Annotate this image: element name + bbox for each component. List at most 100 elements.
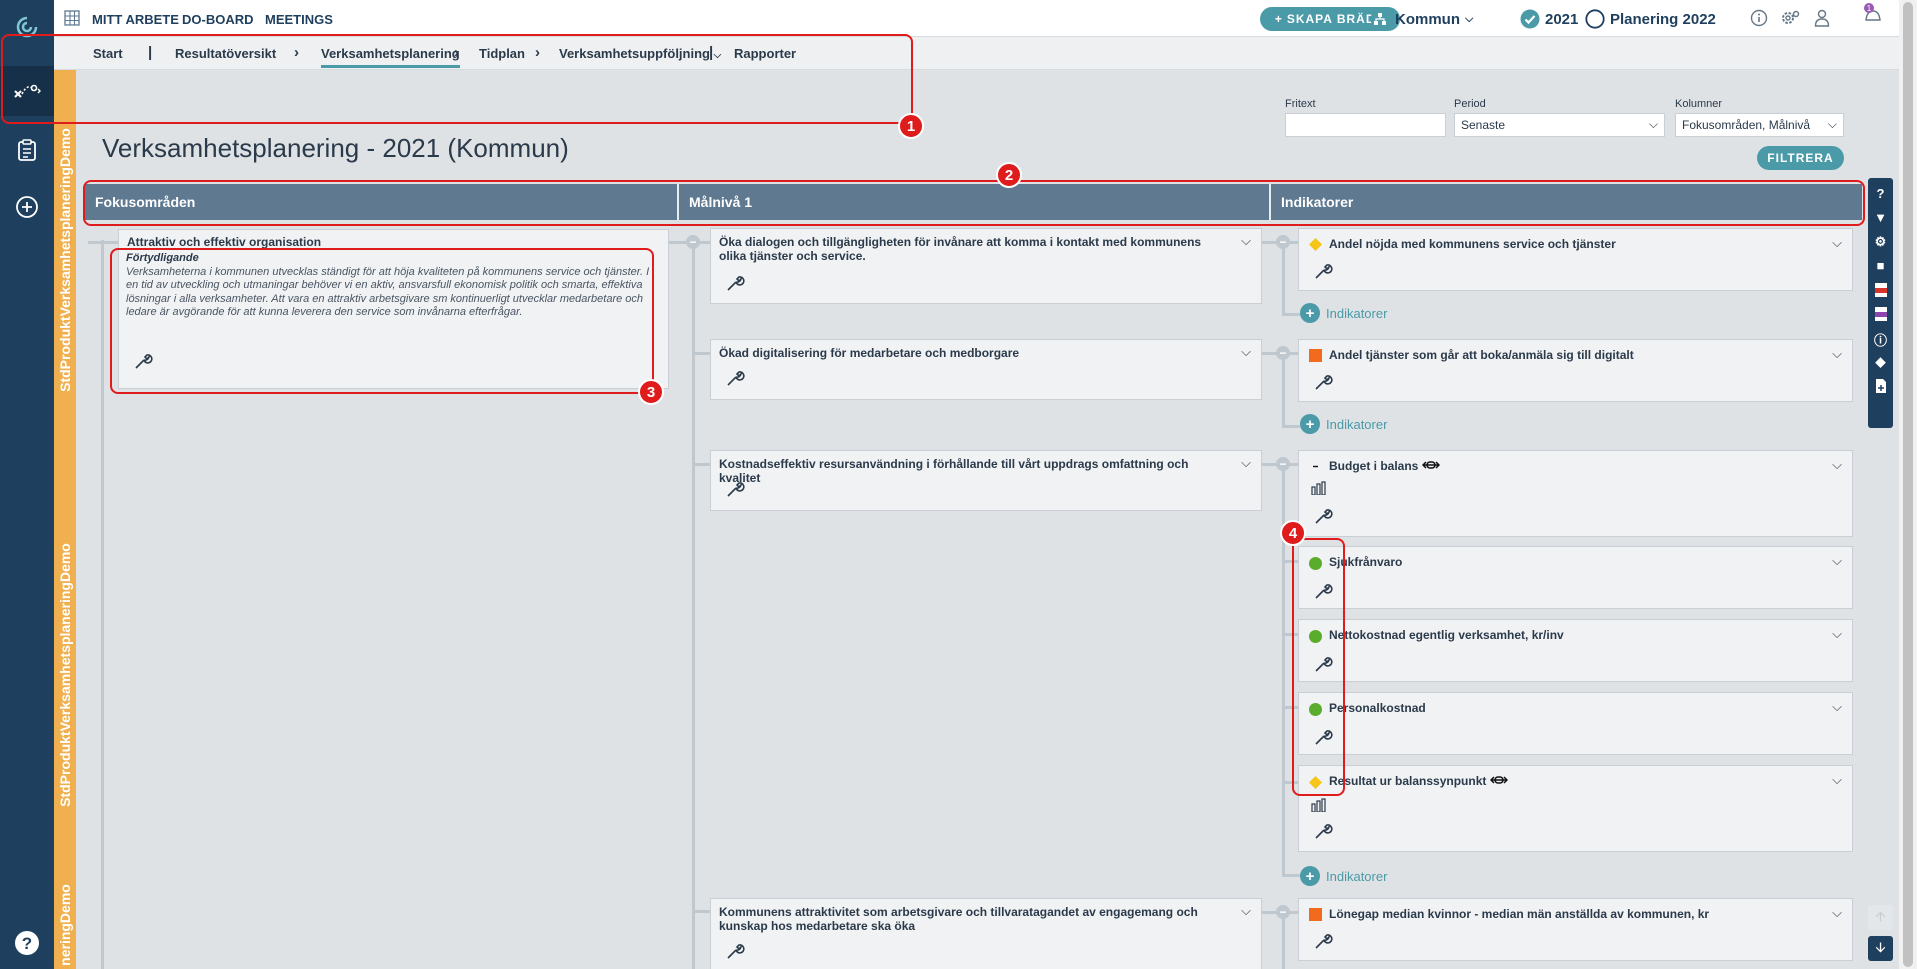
filter-button[interactable]: FILTRERA (1757, 146, 1844, 170)
filter-icon[interactable]: ▼ (1868, 210, 1893, 225)
plan-label: Planering 2022 (1610, 10, 1716, 28)
indicator-card[interactable]: Nettokostnad egentlig verksamhet, kr/inv… (1298, 619, 1853, 682)
indicator-card[interactable]: Lönegap median kvinnor - median män anst… (1298, 898, 1853, 961)
left-nav: ? (0, 0, 54, 969)
wrench-icon[interactable] (1313, 821, 1333, 846)
tree-connector (1282, 240, 1285, 316)
help-icon[interactable]: ? (1868, 186, 1893, 201)
goal-title: Öka dialogen och tillgängligheten för in… (719, 235, 1202, 263)
tree-connector (1282, 911, 1285, 969)
chevron-down-icon[interactable]: ⌵ (1241, 344, 1251, 360)
wrench-icon[interactable] (725, 479, 745, 504)
tree-connector (1282, 425, 1300, 428)
indicator-title-row: Budget i balans (1329, 459, 1440, 473)
chevron-down-icon[interactable]: ⌵ (1832, 457, 1842, 473)
collapse-toggle[interactable]: − (686, 235, 700, 249)
svg-text:?: ? (22, 934, 32, 953)
add-document-icon[interactable] (1868, 378, 1893, 397)
indicator-card[interactable]: Andel nöjda med kommunens service och tj… (1298, 228, 1853, 291)
indicator-card[interactable]: Budget i balans ⌵ (1298, 450, 1853, 537)
chevron-down-icon[interactable]: ⌵ (1832, 699, 1842, 715)
fritext-input[interactable] (1285, 113, 1446, 137)
add-indicator-button[interactable]: + Indikatorer (1300, 866, 1387, 886)
page-title: Verksamhetsplanering - 2021 (Kommun) (102, 133, 569, 163)
bar-chart-icon[interactable] (1311, 798, 1327, 815)
indicator-card[interactable]: Resultat ur balanssynpunkt ⌵ (1298, 765, 1853, 852)
indicator-title: Resultat ur balanssynpunkt (1329, 774, 1487, 788)
clipboard-nav-icon[interactable] (0, 136, 54, 164)
tree-connector (1282, 352, 1285, 428)
add-nav-icon[interactable] (0, 193, 54, 221)
nav-mitt-arbete[interactable]: MITT ARBETE (92, 12, 179, 27)
collapse-toggle[interactable]: − (1276, 457, 1290, 471)
wrench-icon[interactable] (1313, 931, 1333, 956)
wrench-icon[interactable] (1313, 506, 1333, 531)
collapse-toggle[interactable]: − (1276, 346, 1290, 360)
tree-connector (101, 240, 104, 969)
empty-circle-icon (1585, 9, 1605, 29)
chevron-down-icon[interactable]: ⌵ (1832, 346, 1842, 362)
help-nav-icon[interactable]: ? (0, 930, 54, 956)
scrollbar-thumb[interactable] (1903, 2, 1913, 967)
indicator-card[interactable]: Personalkostnad ⌵ (1298, 692, 1853, 755)
annotation-badge: 3 (638, 379, 664, 405)
indicator-card[interactable]: Sjukfrånvaro ⌵ (1298, 546, 1853, 609)
year-label: 2021 (1545, 10, 1579, 28)
focus-area-title: Attraktiv och effektiv organisation (127, 235, 322, 249)
plan-selector[interactable]: Planering 2022 (1585, 9, 1716, 29)
kolumner-select[interactable]: Fokusområden, Målnivå ⌵ (1675, 113, 1844, 137)
bar-chart-icon[interactable] (1311, 481, 1327, 498)
tree-connector (88, 241, 118, 244)
collapse-toggle[interactable]: − (1276, 235, 1290, 249)
chevron-down-icon[interactable]: ⌵ (1241, 455, 1251, 471)
goal-card[interactable]: Ökad digitalisering för medarbetare och … (710, 339, 1262, 400)
structure-strip: StdProduktVerksamhetsplaneringDemo StdPr… (54, 70, 76, 969)
gear-icon[interactable]: ⚙ (1868, 234, 1893, 250)
nav-meetings[interactable]: MEETINGS (265, 12, 333, 27)
indicator-title: Andel nöjda med kommunens service och tj… (1329, 237, 1616, 251)
chevron-down-icon[interactable]: ⌵ (1241, 233, 1251, 249)
add-indicator-button[interactable]: + Indikatorer (1300, 414, 1387, 434)
nav-do-board[interactable]: DO-BOARD (182, 12, 254, 27)
goal-title: Kommunens attraktivitet som arbetsgivare… (719, 905, 1198, 933)
chevron-down-icon[interactable]: ⌵ (1832, 626, 1842, 642)
indicator-card[interactable]: Andel tjänster som går att boka/anmäla s… (1298, 339, 1853, 402)
grid-icon[interactable] (64, 10, 80, 30)
page-scrollbar[interactable] (1899, 0, 1917, 969)
org-icon (1370, 9, 1390, 29)
scroll-up-button[interactable]: 🡩 (1868, 905, 1893, 930)
add-indicator-button[interactable]: + Indikatorer (1300, 303, 1387, 323)
info-icon[interactable] (1750, 9, 1768, 31)
scroll-down-button[interactable]: 🡫 (1868, 936, 1893, 961)
wrench-icon[interactable] (1313, 372, 1333, 397)
wrench-icon[interactable] (725, 273, 745, 298)
period-select[interactable]: Senaste ⌵ (1454, 113, 1665, 137)
year-selector[interactable]: 2021 (1520, 9, 1578, 29)
indicator-title: Lönegap median kvinnor - median män anst… (1329, 907, 1710, 921)
info-icon[interactable]: ⓘ (1868, 330, 1893, 349)
wrench-icon[interactable] (1313, 261, 1333, 286)
kolumner-value: Fokusområden, Målnivå (1682, 118, 1811, 132)
org-selector[interactable]: Kommun ⌵ (1370, 9, 1473, 29)
goal-card[interactable]: Kostnadseffektiv resursanvändning i förh… (710, 450, 1262, 511)
chevron-down-icon[interactable]: ⌵ (1832, 905, 1842, 921)
goal-title: Ökad digitalisering för medarbetare och … (719, 346, 1020, 360)
www-icon[interactable] (1868, 306, 1893, 325)
puzzle-icon[interactable]: ■ (1868, 258, 1893, 273)
settings-icon[interactable] (1780, 9, 1800, 31)
chevron-down-icon[interactable]: ⌵ (1241, 903, 1251, 919)
strip-label: neringDemo (57, 884, 73, 966)
wrench-icon[interactable] (725, 368, 745, 393)
notifications-icon[interactable]: 1 (1862, 2, 1884, 32)
shield-icon[interactable]: ◆ (1868, 354, 1893, 370)
chevron-down-icon[interactable]: ⌵ (1832, 553, 1842, 569)
collapse-toggle[interactable]: − (1276, 905, 1290, 919)
chevron-down-icon[interactable]: ⌵ (1832, 235, 1842, 251)
wrench-icon[interactable] (725, 941, 745, 966)
user-icon[interactable] (1814, 9, 1830, 31)
goal-card[interactable]: Kommunens attraktivitet som arbetsgivare… (710, 898, 1262, 969)
goal-card[interactable]: Öka dialogen och tillgängligheten för in… (710, 228, 1262, 304)
add-indicator-label: Indikatorer (1326, 868, 1388, 884)
pdf-icon[interactable] (1868, 282, 1893, 301)
chevron-down-icon[interactable]: ⌵ (1832, 772, 1842, 788)
